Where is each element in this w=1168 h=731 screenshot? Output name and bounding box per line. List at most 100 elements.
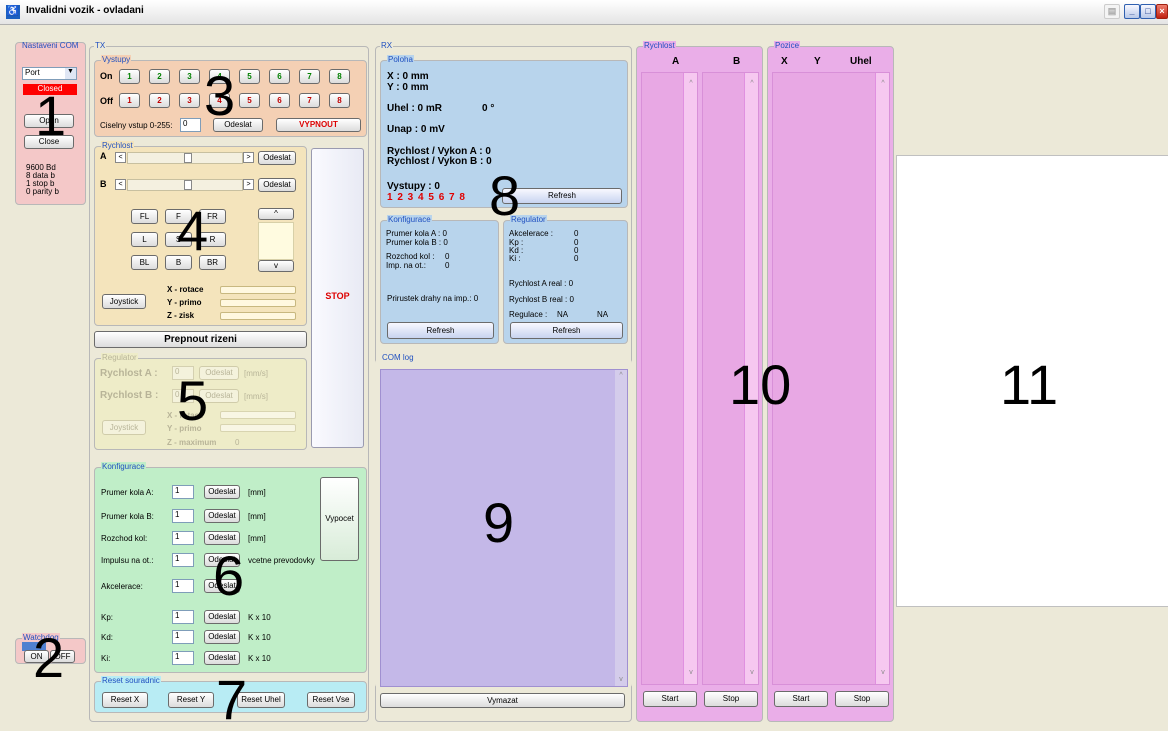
z-bar bbox=[220, 312, 296, 320]
rx-reg-refresh-button[interactable]: Refresh bbox=[510, 322, 623, 339]
konf-impulsu-label: Impulsu na ot.: bbox=[101, 556, 154, 565]
scroll-down-icon[interactable]: v bbox=[878, 668, 888, 678]
graph-a-scrollbar[interactable]: ^ v bbox=[683, 73, 697, 684]
scroll-up-icon[interactable]: ^ bbox=[686, 79, 696, 89]
vypnout-button[interactable]: VYPNOUT bbox=[276, 118, 361, 132]
scroll-down-icon[interactable]: v bbox=[686, 668, 696, 678]
pozice-scrollbar[interactable]: ^ v bbox=[875, 73, 889, 684]
konf-kp-input[interactable]: 1 bbox=[172, 610, 194, 624]
konf-akcelerace-input[interactable]: 1 bbox=[172, 579, 194, 593]
scroll-down-icon[interactable]: v bbox=[616, 675, 626, 685]
chevron-left-icon[interactable]: < bbox=[115, 179, 126, 190]
reset-label: Reset souradnic bbox=[101, 676, 161, 685]
output-on-7-button[interactable]: 7 bbox=[299, 69, 320, 84]
close-icon[interactable]: × bbox=[1156, 4, 1168, 19]
konf-prumer-a-input[interactable]: 1 bbox=[172, 485, 194, 499]
up-button[interactable]: ^ bbox=[258, 208, 294, 220]
ciselny-label: Ciselny vstup 0-255: bbox=[100, 121, 173, 130]
maximize-button[interactable]: □ bbox=[1140, 4, 1156, 19]
konf-rozchod-odeslat-button[interactable]: Odeslat bbox=[204, 531, 240, 545]
tx-label: TX bbox=[94, 41, 107, 50]
marker-10: 10 bbox=[729, 353, 792, 416]
konf-prumer-b-input[interactable]: 1 bbox=[172, 509, 194, 523]
konf-kp-odeslat-button[interactable]: Odeslat bbox=[204, 610, 240, 624]
chevron-right-icon[interactable]: > bbox=[243, 179, 254, 190]
output-on-3-button[interactable]: 3 bbox=[179, 69, 200, 84]
output-off-3-button[interactable]: 3 bbox=[179, 93, 200, 108]
speed-a-label: A bbox=[100, 151, 107, 161]
rx-ki-value: 0 bbox=[574, 254, 579, 263]
pozice-start-button[interactable]: Start bbox=[774, 691, 828, 707]
stop-button[interactable]: STOP bbox=[311, 148, 364, 448]
output-on-8-button[interactable]: 8 bbox=[329, 69, 350, 84]
reset-y-button[interactable]: Reset Y bbox=[168, 692, 214, 708]
output-on-5-button[interactable]: 5 bbox=[239, 69, 260, 84]
y-bar bbox=[220, 299, 296, 307]
rx-regulace-b: NA bbox=[597, 310, 609, 319]
speed-b-slider[interactable] bbox=[127, 179, 243, 191]
speed-a-odeslat-button[interactable]: Odeslat bbox=[258, 151, 296, 165]
konf-ki-input[interactable]: 1 bbox=[172, 651, 194, 665]
port-select[interactable]: Port ▼ bbox=[22, 67, 77, 80]
output-off-7-button[interactable]: 7 bbox=[299, 93, 320, 108]
rx-regulace-a: NA bbox=[557, 310, 569, 319]
output-on-6-button[interactable]: 6 bbox=[269, 69, 290, 84]
konf-kd-input[interactable]: 1 bbox=[172, 630, 194, 644]
rx-konf-refresh-button[interactable]: Refresh bbox=[387, 322, 494, 339]
konf-ki-odeslat-button[interactable]: Odeslat bbox=[204, 651, 240, 665]
scroll-down-icon[interactable]: v bbox=[747, 668, 757, 678]
speed-a-slider[interactable] bbox=[127, 152, 243, 164]
rx-rychlost-b-real: Rychlost B real : 0 bbox=[509, 295, 574, 304]
konf-impulsu-input[interactable]: 1 bbox=[172, 553, 194, 567]
rx-regulace: Regulace : bbox=[509, 310, 548, 319]
scroll-up-icon[interactable]: ^ bbox=[616, 371, 626, 381]
dir-l-button[interactable]: L bbox=[131, 232, 158, 247]
rychlost-stop-button[interactable]: Stop bbox=[704, 691, 758, 707]
rx-konfigurace-panel: Konfigurace Prumer kola A : 0 Prumer kol… bbox=[380, 215, 499, 344]
slider-thumb[interactable] bbox=[184, 153, 192, 163]
minimize-button[interactable]: _ bbox=[1124, 4, 1140, 19]
speed-b-odeslat-button[interactable]: Odeslat bbox=[258, 178, 296, 192]
rychlost-start-button[interactable]: Start bbox=[643, 691, 697, 707]
speed-level bbox=[258, 222, 294, 260]
konf-kd-odeslat-button[interactable]: Odeslat bbox=[204, 630, 240, 644]
scroll-up-icon[interactable]: ^ bbox=[747, 79, 757, 89]
vypocet-button[interactable]: Vypocet bbox=[320, 477, 359, 561]
rx-prumer-a: Prumer kola A : 0 bbox=[386, 229, 447, 238]
prepnout-rizeni-button[interactable]: Prepnout rizeni bbox=[94, 331, 307, 348]
output-off-6-button[interactable]: 6 bbox=[269, 93, 290, 108]
konf-prumer-a-odeslat-button[interactable]: Odeslat bbox=[204, 485, 240, 499]
rx-akcelerace-value: 0 bbox=[574, 229, 579, 238]
scroll-up-icon[interactable]: ^ bbox=[878, 79, 888, 89]
ciselny-input[interactable]: 0 bbox=[180, 118, 201, 132]
chevron-left-icon[interactable]: < bbox=[115, 152, 126, 163]
output-off-8-button[interactable]: 8 bbox=[329, 93, 350, 108]
konf-prumer-b-odeslat-button[interactable]: Odeslat bbox=[204, 509, 240, 523]
uhel-value: Uhel : 0 mR bbox=[387, 103, 443, 114]
output-off-2-button[interactable]: 2 bbox=[149, 93, 170, 108]
reg-joystick-button[interactable]: Joystick bbox=[102, 420, 146, 435]
dir-fl-button[interactable]: FL bbox=[131, 209, 158, 224]
dir-bl-button[interactable]: BL bbox=[131, 255, 158, 270]
slider-thumb[interactable] bbox=[184, 180, 192, 190]
output-on-1-button[interactable]: 1 bbox=[119, 69, 140, 84]
output-off-1-button[interactable]: 1 bbox=[119, 93, 140, 108]
chevron-right-icon[interactable]: > bbox=[243, 152, 254, 163]
pozice-graph-label: Pozice bbox=[774, 41, 801, 50]
marker-4: 4 bbox=[177, 199, 209, 262]
help-icon[interactable]: ▤ bbox=[1104, 4, 1120, 19]
konf-prumer-a-unit: [mm] bbox=[248, 488, 266, 497]
comlog-label: COM log bbox=[381, 353, 415, 362]
rychlost-vykon-b: Rychlost / Vykon B : 0 bbox=[387, 156, 492, 167]
vymazat-button[interactable]: Vymazat bbox=[380, 693, 625, 708]
pozice-y-header: Y bbox=[814, 56, 821, 67]
output-on-2-button[interactable]: 2 bbox=[149, 69, 170, 84]
output-off-5-button[interactable]: 5 bbox=[239, 93, 260, 108]
comlog-scrollbar[interactable]: ^ v bbox=[615, 370, 627, 686]
reset-x-button[interactable]: Reset X bbox=[102, 692, 148, 708]
konf-rozchod-input[interactable]: 1 bbox=[172, 531, 194, 545]
joystick-button[interactable]: Joystick bbox=[102, 294, 146, 309]
reset-vse-button[interactable]: Reset Vse bbox=[307, 692, 355, 708]
down-button[interactable]: v bbox=[258, 260, 294, 272]
pozice-stop-button[interactable]: Stop bbox=[835, 691, 889, 707]
